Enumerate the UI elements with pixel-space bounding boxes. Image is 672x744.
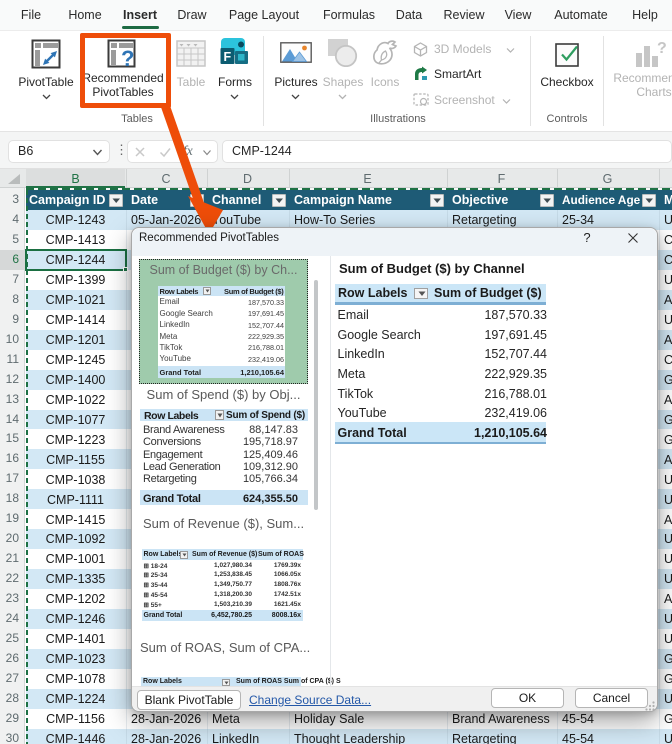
svg-text:F: F: [224, 50, 232, 64]
svg-text:?: ?: [657, 40, 667, 57]
